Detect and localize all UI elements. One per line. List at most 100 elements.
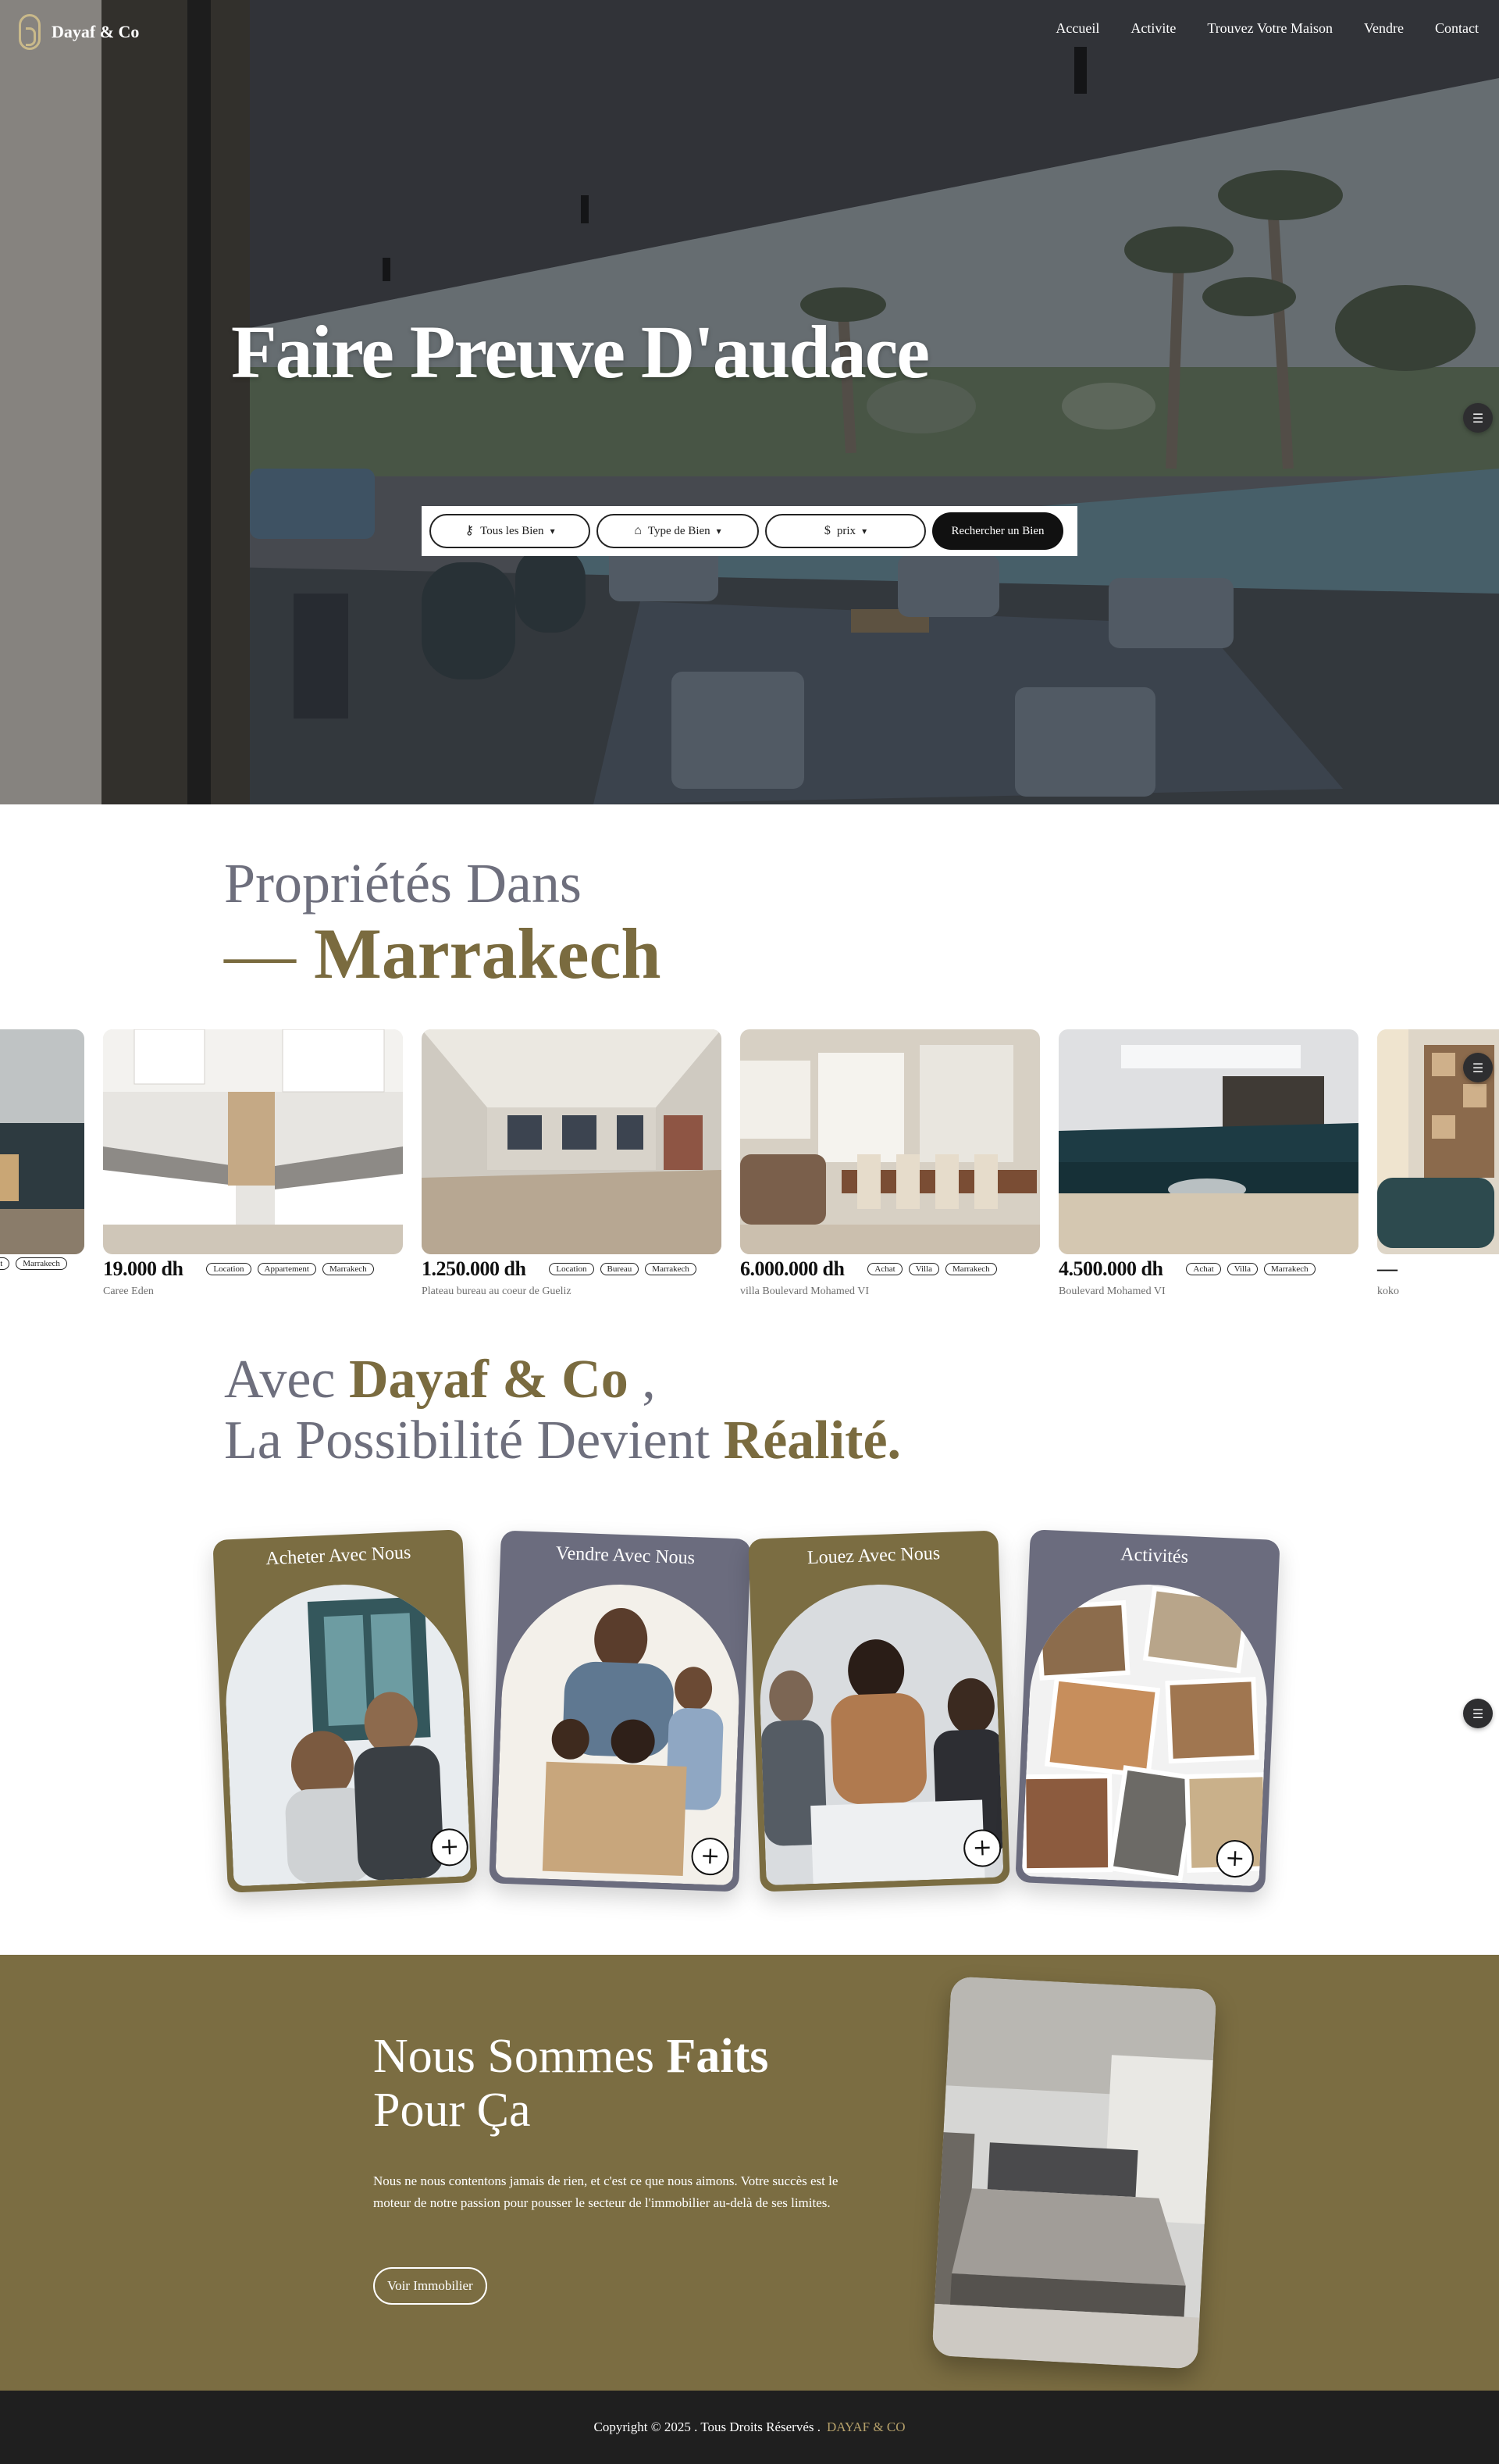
property-address: villa Boulevard Mohamed VI: [740, 1285, 869, 1297]
voir-immobilier-button[interactable]: Voir Immobilier: [373, 2267, 487, 2305]
property-address: koko: [1377, 1285, 1399, 1297]
service-card-vendre[interactable]: Vendre Avec Nous +: [489, 1530, 751, 1892]
property-card[interactable]: 6.000.000 dh Achat Villa Marrakech villa…: [740, 1029, 1040, 1298]
properties-carousel[interactable]: Achat Marrakech 19.000 dh Location Appar…: [0, 1029, 1499, 1310]
about-title-line1: Nous Sommes Faits: [373, 2030, 768, 2084]
accessibility-toggle-icon[interactable]: ☰: [1463, 1699, 1493, 1728]
property-card[interactable]: Achat Marrakech: [0, 1029, 84, 1275]
property-price: 4.500.000 dh: [1059, 1257, 1163, 1280]
property-info: —: [1377, 1257, 1499, 1281]
nav-links: Accueil Activite Trouvez Votre Maison Ve…: [1056, 20, 1479, 37]
filter-tous-les-bien[interactable]: ⚷ Tous les Bien ▾: [429, 514, 590, 548]
chevron-down-icon: ▾: [550, 525, 555, 537]
property-tag: Marrakech: [1264, 1263, 1316, 1275]
property-info: 1.250.000 dh Location Bureau Marrakech: [422, 1257, 721, 1281]
property-tag: Marrakech: [645, 1263, 696, 1275]
property-address: Plateau bureau au coeur de Gueliz: [422, 1285, 571, 1297]
chevron-down-icon: ▾: [716, 525, 721, 537]
footer: Copyright © 2025 . Tous Droits Réservés …: [0, 2391, 1499, 2464]
property-price: —: [1377, 1257, 1398, 1280]
brand-logo-icon: [19, 14, 41, 50]
top-navigation: Dayaf & Co Accueil Activite Trouvez Votr…: [0, 0, 1499, 62]
search-submit-button[interactable]: Rechercher un Bien: [932, 512, 1063, 550]
hero-section: Dayaf & Co Accueil Activite Trouvez Votr…: [0, 0, 1499, 804]
property-tag: Location: [206, 1263, 251, 1275]
service-title: Louez Avec Nous: [806, 1543, 941, 1569]
about-title-emphasis: Faits: [666, 2030, 769, 2083]
property-tag: Achat: [867, 1263, 903, 1275]
property-tag: Appartement: [257, 1263, 316, 1275]
filter-type-de-bien[interactable]: ⌂ Type de Bien ▾: [596, 514, 759, 548]
property-tag: Villa: [908, 1263, 940, 1275]
service-title: Acheter Avec Nous: [265, 1542, 411, 1570]
property-address: Caree Eden: [103, 1285, 154, 1297]
chevron-down-icon: ▾: [862, 525, 867, 537]
house-icon: ⌂: [634, 524, 642, 537]
property-image: [0, 1029, 84, 1254]
hero-title: Faire Preuve D'audace: [231, 310, 930, 394]
property-card[interactable]: 4.500.000 dh Achat Villa Marrakech Boule…: [1059, 1029, 1358, 1298]
property-image: [740, 1029, 1040, 1254]
avec-heading: Avec Dayaf & Co , La Possibilité Devient…: [224, 1350, 901, 1472]
about-photo: [931, 1976, 1217, 2370]
accessibility-toggle-icon[interactable]: ☰: [1463, 403, 1493, 433]
property-tag: Bureau: [600, 1263, 639, 1275]
property-info: 6.000.000 dh Achat Villa Marrakech: [740, 1257, 1040, 1281]
nav-accueil[interactable]: Accueil: [1056, 20, 1099, 37]
services-grid: Acheter Avec Nous + Vendre Avec Nous + L…: [212, 1529, 1493, 1902]
property-tag: Marrakech: [945, 1263, 997, 1275]
avec-line2-prefix: La Possibilité Devient: [224, 1410, 710, 1471]
dollar-icon: $: [824, 524, 831, 537]
filter-tous-les-bien-label: Tous les Bien: [480, 524, 544, 537]
avec-brand: Dayaf & Co: [349, 1350, 628, 1410]
key-icon: ⚷: [465, 524, 475, 537]
footer-brand-link[interactable]: DAYAF & CO: [827, 2419, 905, 2435]
property-card[interactable]: 19.000 dh Location Appartement Marrakech…: [103, 1029, 403, 1298]
service-card-louez[interactable]: Louez Avec Nous +: [748, 1530, 1010, 1892]
footer-copyright: Copyright © 2025 . Tous Droits Réservés …: [593, 2419, 821, 2434]
search-bar: ⚷ Tous les Bien ▾ ⌂ Type de Bien ▾ $ pri…: [422, 506, 1077, 556]
hero-background-photo: [0, 0, 1499, 804]
property-info: 4.500.000 dh Achat Villa Marrakech: [1059, 1257, 1358, 1281]
service-card-activites[interactable]: Activités +: [1015, 1529, 1280, 1893]
avec-line1-suffix: ,: [628, 1350, 656, 1410]
property-info: Achat Marrakech: [0, 1257, 84, 1270]
property-image: [1059, 1029, 1358, 1254]
property-tag: Villa: [1227, 1263, 1259, 1275]
service-title: Activités: [1120, 1544, 1189, 1568]
about-text: Nous ne nous contentons jamais de rien, …: [373, 2173, 839, 2211]
service-title: Vendre Avec Nous: [555, 1543, 696, 1569]
about-title-line2: Pour Ça: [373, 2084, 531, 2138]
avec-line1-prefix: Avec: [224, 1350, 336, 1410]
avec-line2: La Possibilité Devient Réalité.: [224, 1410, 901, 1471]
nav-trouvez-votre-maison[interactable]: Trouvez Votre Maison: [1207, 20, 1333, 37]
accessibility-toggle-icon[interactable]: ☰: [1463, 1053, 1493, 1082]
nav-contact[interactable]: Contact: [1435, 20, 1479, 37]
property-tag: Location: [549, 1263, 594, 1275]
filter-prix[interactable]: $ prix ▾: [765, 514, 926, 548]
property-price: 1.250.000 dh: [422, 1257, 526, 1280]
filter-prix-label: prix: [836, 524, 856, 537]
property-price: 19.000 dh: [103, 1257, 183, 1280]
brand[interactable]: Dayaf & Co: [19, 14, 139, 50]
heading-dash: —: [224, 914, 296, 993]
property-image: [103, 1029, 403, 1254]
properties-heading: Propriétés Dans — Marrakech: [224, 855, 661, 992]
nav-vendre[interactable]: Vendre: [1364, 20, 1404, 37]
property-image: [422, 1029, 721, 1254]
properties-heading-line1: Propriétés Dans: [224, 852, 582, 915]
service-card-acheter[interactable]: Acheter Avec Nous +: [212, 1529, 478, 1893]
property-price: 6.000.000 dh: [740, 1257, 845, 1280]
avec-emphasis: Réalité.: [723, 1410, 902, 1471]
property-tag: Marrakech: [16, 1257, 67, 1270]
property-card[interactable]: 1.250.000 dh Location Bureau Marrakech P…: [422, 1029, 721, 1298]
about-title: Nous Sommes Faits Pour Ça: [373, 2030, 768, 2138]
avec-line1: Avec Dayaf & Co ,: [224, 1350, 901, 1410]
filter-type-de-bien-label: Type de Bien: [647, 524, 710, 537]
brand-name: Dayaf & Co: [52, 22, 140, 41]
about-title-prefix: Nous Sommes: [373, 2030, 654, 2083]
property-address: Boulevard Mohamed VI: [1059, 1285, 1166, 1297]
nav-activite[interactable]: Activite: [1130, 20, 1176, 37]
property-tag: Achat: [0, 1257, 10, 1270]
properties-city: Marrakech: [314, 914, 661, 993]
